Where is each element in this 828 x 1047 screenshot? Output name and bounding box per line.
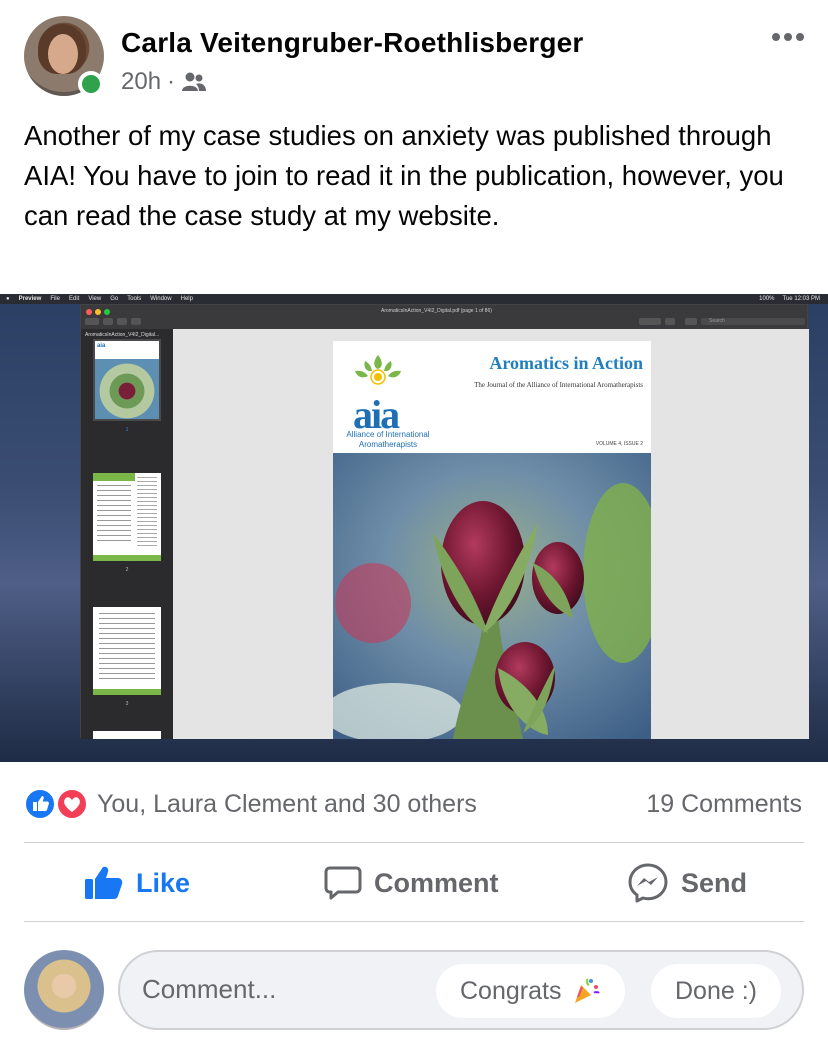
party-popper-icon [575, 978, 601, 1003]
post-text: Another of my case studies on anxiety wa… [24, 120, 784, 231]
search-field: Search [701, 318, 805, 325]
comment-label: Comment [374, 867, 499, 898]
post-header: Carla Veitengruber-Roethlisberger 20h · [0, 0, 828, 110]
sidebar-toggle-icon [85, 318, 99, 325]
rose-photo [333, 453, 651, 739]
suggestion-label: Done :) [675, 976, 757, 1005]
menubar-item: View [88, 296, 102, 302]
menubar-item: Tools [127, 296, 142, 302]
post-meta: 20h · [121, 68, 207, 96]
menubar-item: Go [110, 296, 119, 302]
comment-bubble-icon [324, 866, 362, 900]
zoom-in-icon [117, 318, 127, 325]
avatar-face [48, 34, 78, 74]
reaction-icons[interactable] [24, 788, 90, 820]
menubar-item: File [50, 296, 60, 302]
clock-text: Tue 12:03 PM [782, 296, 820, 302]
suggestion-congrats[interactable]: Congrats [436, 964, 626, 1018]
magazine-volume: VOLUME 4, ISSUE 2 [595, 441, 643, 447]
meta-separator: · [167, 68, 176, 95]
like-button[interactable]: Like [84, 845, 190, 921]
comment-input[interactable]: Comment... Congrats Done :) [118, 950, 804, 1030]
zoom-out-icon [103, 318, 113, 325]
window-title: AromaticsInAction_V4I2_Digital.pdf (page… [381, 308, 492, 314]
divider [24, 842, 804, 843]
apple-icon: ● [6, 296, 10, 302]
zoom-icon [104, 309, 110, 315]
comment-placeholder: Comment... [142, 974, 277, 1004]
thumbnail-number: 1 [125, 427, 129, 433]
comment-button[interactable]: Comment [324, 845, 499, 921]
post-time[interactable]: 20h [121, 68, 161, 96]
rotate-icon [665, 318, 675, 325]
user-avatar[interactable] [24, 950, 104, 1030]
messenger-icon [628, 863, 668, 903]
annotate-icon [685, 318, 697, 325]
close-icon [86, 309, 92, 315]
more-options-icon[interactable] [766, 22, 810, 52]
divider [24, 921, 804, 922]
document-area: aia Alliance of International Aromathera… [173, 329, 809, 739]
comments-count[interactable]: 19 Comments [646, 790, 802, 819]
share-icon [131, 318, 141, 325]
menubar-app: Preview [18, 296, 42, 302]
post-image[interactable]: ● Preview File Edit View Go Tools Window… [0, 294, 828, 762]
send-button[interactable]: Send [627, 845, 747, 921]
suggestion-label: Congrats [460, 976, 562, 1005]
thumbnail-number: 3 [125, 701, 129, 707]
reactions-summary: You, Laura Clement and 30 others 19 Comm… [0, 780, 828, 828]
author-name[interactable]: Carla Veitengruber-Roethlisberger [121, 27, 584, 59]
love-reaction-icon [56, 788, 88, 820]
battery-text: 100% [759, 296, 775, 302]
magazine-subtitle: The Journal of the Alliance of Internati… [474, 381, 643, 389]
thumbnail-number: 2 [125, 567, 129, 573]
sidebar-title: AromaticsInAction_V4I2_Digital... [85, 332, 160, 338]
menubar-item: Edit [68, 296, 80, 302]
thumbnail-page-2 [93, 473, 161, 561]
menubar-item: Help [180, 296, 193, 302]
menubar-item: Window [150, 296, 172, 302]
reaction-names[interactable]: You, Laura Clement and 30 others [97, 790, 477, 819]
cover-page: aia Alliance of International Aromathera… [333, 341, 651, 739]
post-actions: Like Comment Send [0, 845, 828, 921]
like-label: Like [136, 867, 191, 898]
comment-composer: Comment... Congrats Done :) [0, 946, 828, 1036]
thumbnail-page-3 [93, 607, 161, 695]
minimize-icon [95, 309, 101, 315]
thumbnail-page-4 [93, 731, 161, 739]
friends-icon[interactable] [181, 71, 207, 93]
window-titlebar: AromaticsInAction_V4I2_Digital.pdf (page… [81, 305, 807, 329]
thumbs-up-icon [85, 866, 123, 899]
mac-menubar: ● Preview File Edit View Go Tools Window… [0, 294, 828, 304]
suggestion-done[interactable]: Done :) [651, 964, 781, 1018]
online-status-icon [78, 71, 104, 97]
thumbnail-page-1: aia [93, 339, 161, 421]
markup-icon [639, 318, 661, 325]
org-name: Alliance of International Aromatherapist… [346, 430, 430, 449]
like-reaction-icon [24, 788, 56, 820]
magazine-title: Aromatics in Action [489, 353, 643, 373]
send-label: Send [681, 867, 748, 898]
thumbnail-sidebar: AromaticsInAction_V4I2_Digital... aia 1 … [81, 329, 173, 739]
preview-window: AromaticsInAction_V4I2_Digital.pdf (page… [80, 304, 809, 739]
